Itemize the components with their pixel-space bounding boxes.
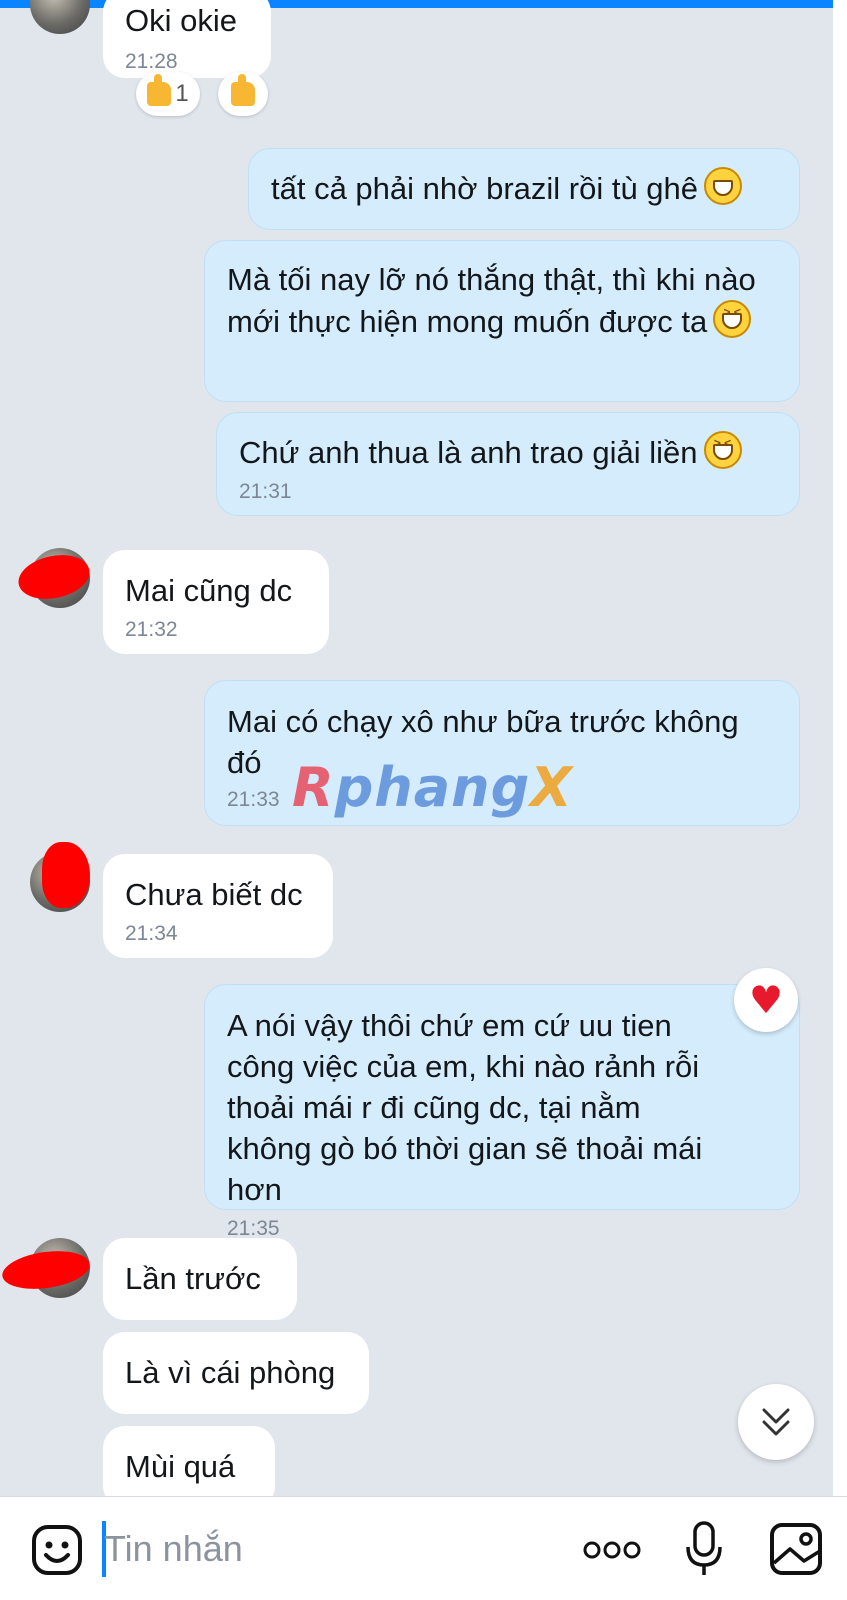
incoming-message[interactable]: Oki okie 21:28 <box>103 0 271 78</box>
outgoing-message[interactable]: Chứ anh thua là anh trao giải liền 21:31 <box>216 412 800 516</box>
message-time: 21:32 <box>125 618 178 641</box>
screen-edge <box>833 0 847 1500</box>
message-time: 21:28 <box>125 50 178 73</box>
message-text: Chứ anh thua là anh trao giải liền <box>239 435 698 470</box>
grinning-emoji-icon <box>704 167 743 205</box>
more-icon[interactable] <box>582 1535 642 1565</box>
outgoing-message[interactable]: A nói vậy thôi chứ em cứ uu tien công vi… <box>204 984 800 1240</box>
react-button[interactable] <box>218 72 268 116</box>
avatar[interactable] <box>30 0 90 34</box>
message-time: 21:34 <box>125 922 178 945</box>
heart-reaction[interactable]: ♥ <box>734 968 798 1032</box>
reaction-count: 1 <box>175 80 189 107</box>
message-text: Mai cũng dc <box>125 573 293 608</box>
outgoing-message[interactable]: tất cả phải nhờ brazil rồi tù ghê <box>248 148 800 230</box>
incoming-message[interactable]: Lần trước <box>103 1238 297 1320</box>
chevron-double-down-icon <box>762 1408 790 1436</box>
message-text: A nói vậy thôi chứ em cứ uu tien công vi… <box>227 1008 703 1207</box>
message-text: Chưa biết dc <box>125 877 303 912</box>
message-text: Mùi quá <box>125 1449 236 1484</box>
message-composer <box>0 1496 847 1600</box>
reaction-count-badge[interactable]: 1 <box>136 72 200 116</box>
laughing-emoji-icon <box>713 300 752 338</box>
incoming-message[interactable]: Chưa biết dc 21:34 <box>103 854 333 958</box>
message-text: Là vì cái phòng <box>125 1355 336 1390</box>
outgoing-message[interactable]: Mà tối nay lỡ nó thắng thật, thì khi nào… <box>204 240 800 402</box>
message-input[interactable] <box>104 1523 564 1575</box>
message-time: 21:35 <box>227 1217 280 1240</box>
incoming-message[interactable]: Là vì cái phòng <box>103 1332 369 1414</box>
microphone-icon[interactable] <box>683 1519 725 1579</box>
watermark-logo: RphangX <box>292 756 573 819</box>
thumbs-up-icon <box>231 74 255 106</box>
redaction-mark <box>42 842 90 908</box>
message-text: Lần trước <box>125 1261 261 1296</box>
sticker-icon[interactable] <box>30 1523 84 1577</box>
laughing-emoji-icon <box>703 431 742 469</box>
thumbs-up-icon <box>147 74 172 106</box>
heart-icon: ♥ <box>748 978 784 1022</box>
scroll-to-bottom-button[interactable] <box>738 1384 814 1460</box>
message-text: Oki okie <box>125 3 237 38</box>
incoming-message[interactable]: Mai cũng dc 21:32 <box>103 550 329 654</box>
message-time: 21:31 <box>239 480 292 503</box>
message-text: tất cả phải nhờ brazil rồi tù ghê <box>271 171 699 206</box>
message-text: Mà tối nay lỡ nó thắng thật, thì khi nào… <box>227 262 756 339</box>
image-icon[interactable] <box>768 1521 824 1577</box>
